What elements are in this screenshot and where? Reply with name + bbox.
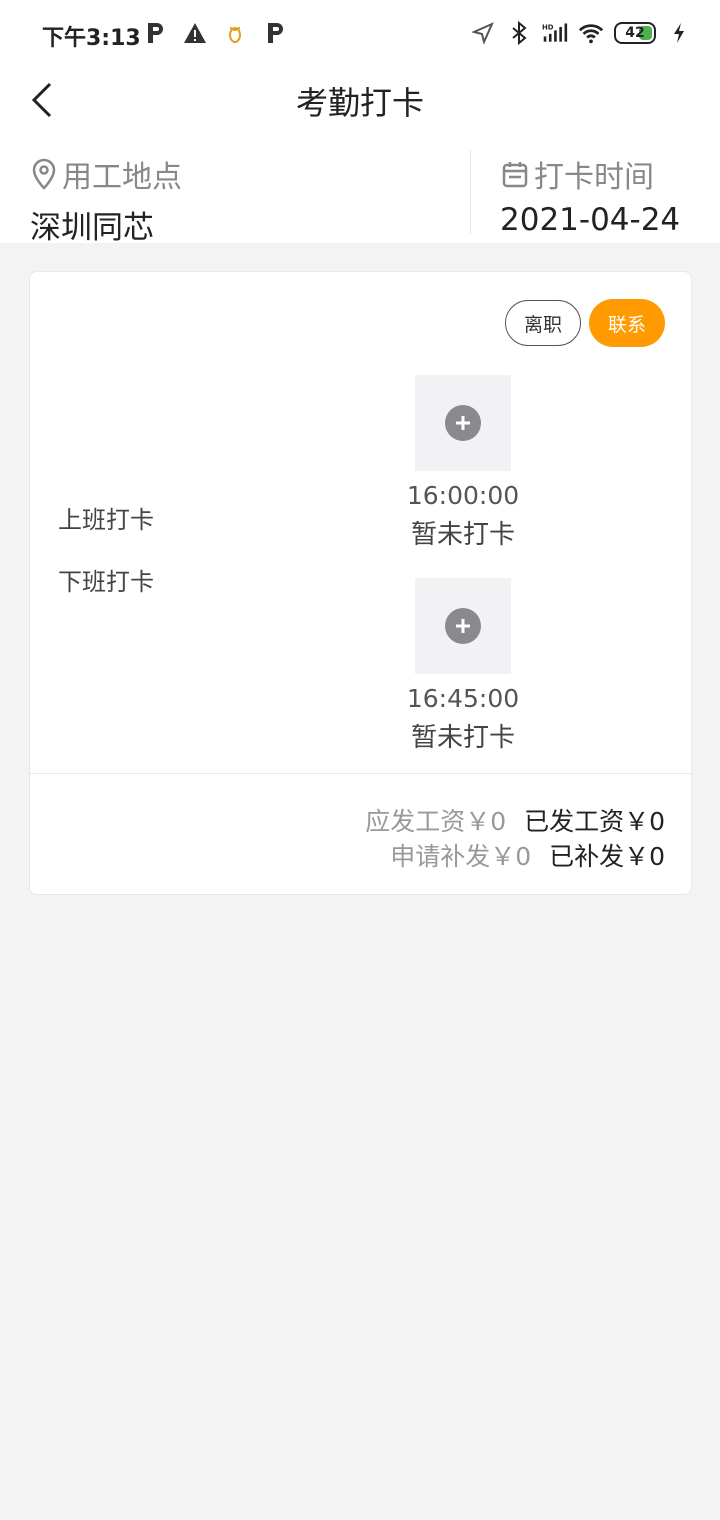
status-left-icons (142, 20, 288, 46)
battery-icon: 42 (614, 22, 656, 44)
clock-in-status: 暂未打卡 (410, 520, 515, 550)
wage-row: 应发工资￥0 已发工资￥0 (365, 802, 665, 838)
location-label-row: 用工地点 (30, 152, 182, 196)
add-icon (445, 608, 481, 644)
page-title: 考勤打卡 (295, 84, 424, 122)
status-time: 下午3:13 (42, 26, 141, 51)
location-label: 用工地点 (62, 160, 182, 195)
signal-hd-icon: HD (542, 20, 568, 46)
calendar-icon (502, 162, 528, 188)
info-divider (470, 150, 471, 234)
due-wage: 应发工资￥0 (365, 807, 507, 836)
parking-icon (262, 20, 288, 46)
info-panel: 用工地点 深圳同芯 打卡时间 2021-04-24 (0, 130, 720, 246)
bee-icon (222, 20, 248, 46)
status-right-icons: HD 42 (470, 20, 692, 46)
wifi-icon (578, 20, 604, 46)
apply-reissue: 申请补发￥0 (390, 842, 532, 871)
clock-out-photo-button[interactable] (415, 578, 511, 674)
location-block: 用工地点 深圳同芯 (30, 152, 182, 247)
location-value: 深圳同芯 (30, 210, 154, 246)
clock-out-time: 16:45:00 (406, 684, 520, 713)
date-label-row: 打卡时间 (500, 152, 680, 196)
clock-out-status: 暂未打卡 (410, 723, 515, 753)
clock-in-photo-button[interactable] (415, 375, 511, 471)
reissue-row: 申请补发￥0 已补发￥0 (390, 837, 665, 873)
date-value: 2021-04-24 (500, 202, 681, 238)
battery-level: 42 (625, 25, 645, 41)
warning-icon (182, 20, 208, 46)
clock-out-block: 16:45:00 暂未打卡 (370, 578, 556, 754)
clock-in-label: 上班打卡 (58, 506, 154, 534)
location-icon (470, 20, 496, 46)
attendance-card: 离职 联系 上班打卡 下班打卡 16:00:00 暂未打卡 16:45:00 暂… (29, 271, 692, 895)
svg-text:HD: HD (542, 24, 554, 32)
add-icon (445, 405, 481, 441)
clock-in-time: 16:00:00 (406, 481, 520, 510)
location-pin-icon (32, 158, 56, 190)
resign-button[interactable]: 离职 (505, 300, 581, 346)
charging-icon (666, 20, 692, 46)
clock-out-label: 下班打卡 (58, 568, 154, 596)
parking-icon (142, 20, 168, 46)
contact-button[interactable]: 联系 (589, 299, 665, 347)
status-bar: 下午3:13 HD 42 (0, 0, 720, 70)
clock-in-block: 16:00:00 暂未打卡 (370, 375, 556, 551)
date-block: 打卡时间 2021-04-24 (500, 152, 680, 238)
date-label: 打卡时间 (534, 160, 654, 195)
reissued: 已补发￥0 (549, 842, 665, 871)
bluetooth-icon (506, 20, 532, 46)
nav-bar: 考勤打卡 (0, 70, 720, 130)
paid-wage: 已发工资￥0 (524, 807, 665, 836)
card-divider (30, 773, 691, 774)
